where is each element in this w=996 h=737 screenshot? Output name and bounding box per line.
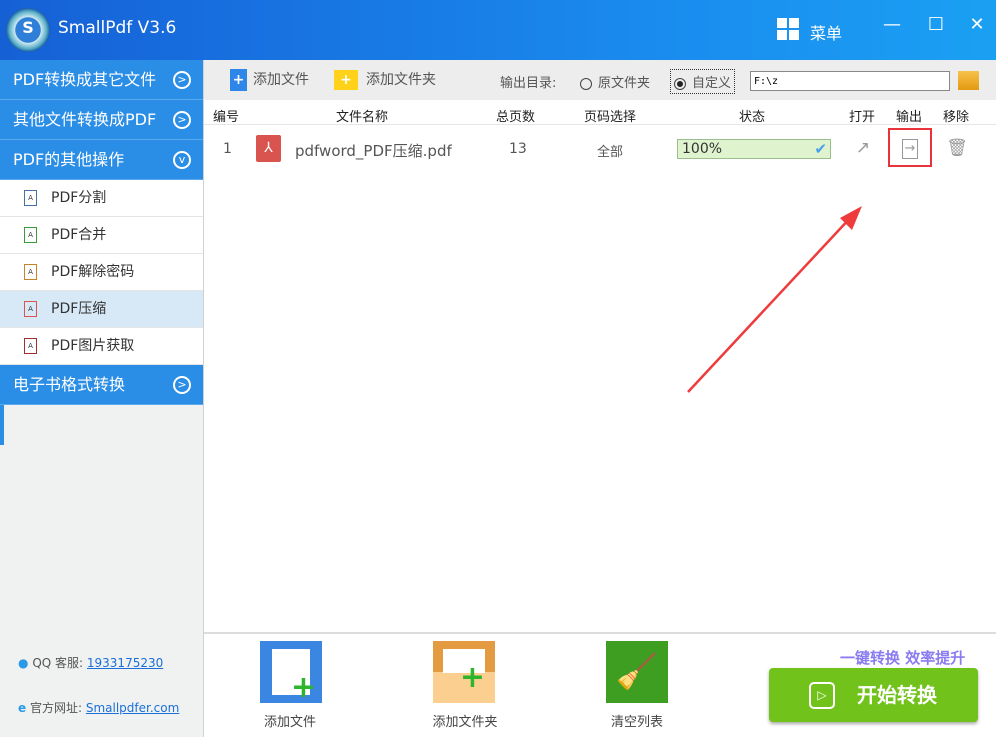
add-folder-big-button[interactable]: + [433,641,495,703]
play-icon: ▷ [809,682,835,709]
broom-icon: 🧹 [615,652,659,692]
annotation-arrow [687,206,862,393]
add-file-big-button[interactable]: + [260,641,322,703]
slogan: 一键转换 效率提升 [840,649,966,667]
clear-list-label: 清空列表 [610,715,663,730]
clear-list-button[interactable]: 🧹 [606,641,668,703]
add-file-big-label: 添加文件 [263,715,316,730]
document-plus-icon: + [272,649,316,703]
add-folder-big-label: 添加文件夹 [432,715,498,730]
start-label: 开始转换 [857,683,937,707]
folder-plus-icon: + [443,649,485,693]
start-convert-button[interactable]: ▷ 开始转换 [769,668,978,722]
